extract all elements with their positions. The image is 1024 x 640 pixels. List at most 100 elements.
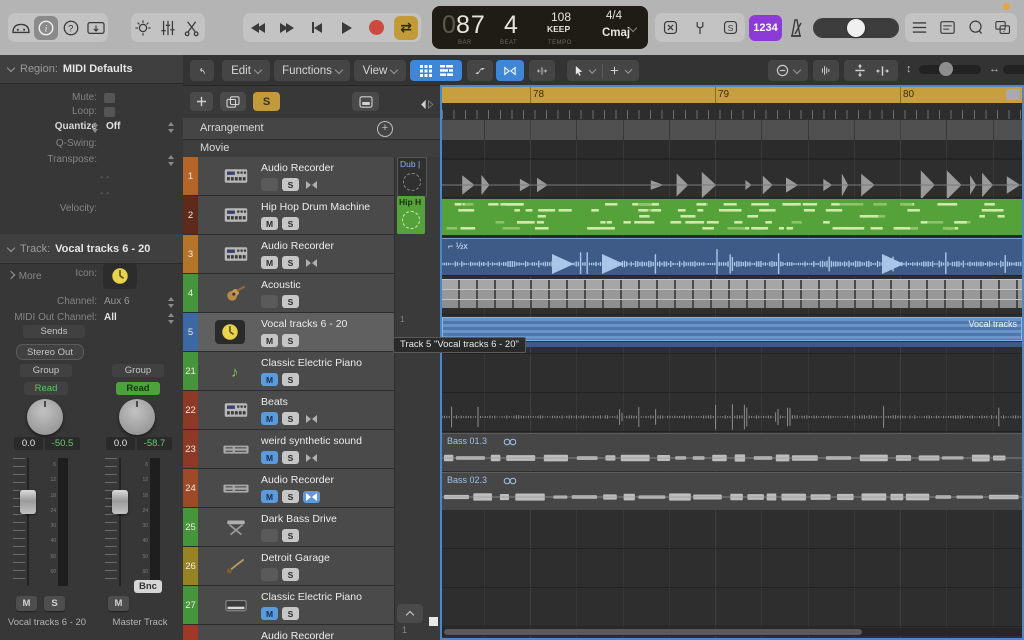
mute-button[interactable]	[261, 295, 278, 308]
track-name[interactable]: Classic Electric Piano	[261, 591, 411, 603]
fader-handle[interactable]	[20, 490, 36, 514]
track-name[interactable]: Hip Hop Drum Machine	[261, 201, 411, 213]
track-name[interactable]: Audio Recorder	[261, 630, 411, 640]
lcd-display[interactable]: 0 87 4 BAR BEAT 108 KEEP TEMPO 4/4 Cmaj	[432, 6, 648, 49]
stepper-icon[interactable]	[92, 122, 99, 133]
track-name[interactable]: Detroit Garage	[261, 552, 411, 564]
stepper-icon[interactable]	[168, 155, 175, 166]
solo-button[interactable]: S	[282, 295, 299, 308]
track-name[interactable]: weird synthetic sound	[261, 435, 411, 447]
grid-view-toggle[interactable]	[410, 60, 462, 81]
mute-button[interactable]: M	[261, 412, 278, 425]
editors-icon[interactable]	[181, 16, 205, 40]
automation-button[interactable]	[467, 60, 493, 81]
stepper-icon[interactable]	[168, 122, 175, 133]
mute-button[interactable]: M	[261, 256, 278, 269]
scrollbar-thumb[interactable]	[444, 629, 862, 635]
bounce-button[interactable]: Bnc	[134, 580, 162, 593]
quick-help-icon[interactable]: ?	[59, 16, 83, 40]
checkbox[interactable]	[104, 93, 115, 103]
add-arrangement-icon[interactable]: +	[377, 121, 393, 137]
track-name[interactable]: Dark Bass Drive	[261, 513, 411, 525]
mute-button[interactable]: M	[261, 490, 278, 503]
pan-knob[interactable]	[119, 399, 155, 435]
vertical-zoom-slider[interactable]	[919, 65, 981, 74]
region-row-quantize[interactable]: QuantizeOff	[0, 121, 183, 136]
scroll-up-button[interactable]	[397, 604, 423, 623]
forward-button[interactable]	[275, 16, 299, 40]
track-name[interactable]: Audio Recorder	[261, 474, 411, 486]
strip-mute-button[interactable]: M	[108, 596, 129, 611]
snap-menu[interactable]	[768, 60, 808, 81]
solo-button[interactable]: S	[282, 490, 299, 503]
track-icon-well[interactable]	[103, 263, 137, 289]
region-beats[interactable]	[442, 393, 1022, 432]
checkbox[interactable]	[104, 107, 115, 117]
smart-controls-icon[interactable]	[131, 16, 155, 40]
record-button[interactable]	[364, 16, 388, 40]
inspector-icon[interactable]: i	[34, 16, 58, 40]
solo-button[interactable]: S	[282, 607, 299, 620]
volume-value[interactable]: 0.0	[106, 437, 135, 450]
volume-knob[interactable]	[847, 19, 865, 37]
region-vocal-tracks[interactable]: Vocal tracks	[442, 317, 1022, 341]
view-menu[interactable]: View	[354, 60, 406, 81]
solo-mode-button[interactable]: S	[253, 92, 280, 111]
mute-button[interactable]	[261, 178, 278, 191]
solo-button[interactable]: S	[282, 373, 299, 386]
solo-button[interactable]: S	[282, 568, 299, 581]
toolbar-icon[interactable]	[84, 16, 108, 40]
solo-button[interactable]: S	[282, 529, 299, 542]
region-acoustic-1[interactable]	[442, 289, 1022, 299]
mute-button[interactable]	[261, 568, 278, 581]
mute-button[interactable]	[261, 529, 278, 542]
list-editors-icon[interactable]	[907, 16, 931, 40]
zoom-preset-group[interactable]	[844, 60, 898, 81]
resize-handle[interactable]	[429, 617, 438, 626]
edit-menu[interactable]: Edit	[222, 60, 270, 81]
group-button[interactable]: Group	[20, 364, 72, 377]
mute-button[interactable]: M	[261, 217, 278, 230]
volume-value[interactable]: 0.0	[14, 437, 43, 450]
mute-button[interactable]: M	[261, 451, 278, 464]
play-button[interactable]	[335, 16, 359, 40]
duplicate-track-button[interactable]	[220, 92, 246, 111]
group-button[interactable]: Group	[112, 364, 164, 377]
pan-knob[interactable]	[27, 399, 63, 435]
flex-button[interactable]	[303, 179, 320, 191]
tracks-area[interactable]: 787980⌐ ½xVocal tracksBass 01.3Bass 02.3	[440, 85, 1024, 640]
stepper-icon[interactable]	[168, 297, 175, 308]
solo-button[interactable]: S	[282, 178, 299, 191]
sends-button[interactable]: Sends	[23, 325, 85, 338]
movie-track-header[interactable]: Movie	[183, 140, 440, 158]
region-bass-02[interactable]: Bass 02.3	[442, 472, 1022, 510]
solo-box-icon[interactable]: S	[718, 16, 742, 40]
library-icon[interactable]	[9, 16, 33, 40]
automation-read-button[interactable]: Read	[116, 382, 160, 395]
volume-fader[interactable]	[20, 458, 36, 586]
flex-button[interactable]	[303, 413, 320, 425]
strip-solo-button[interactable]: S	[44, 596, 65, 611]
arrangement-track-header[interactable]: Arrangement +	[183, 118, 440, 140]
region-audio-recorder-blue[interactable]: ⌐ ½x	[442, 238, 1022, 275]
loop-browser-icon[interactable]	[963, 16, 987, 40]
stepper-icon[interactable]	[168, 313, 175, 324]
region-row-mute[interactable]: Mute:	[0, 92, 183, 107]
region-row-transpose[interactable]: Transpose:	[0, 154, 183, 169]
tool-menus[interactable]	[567, 60, 639, 81]
region-inspector-header[interactable]: Region: MIDI Defaults	[0, 55, 183, 84]
catch-playhead-button[interactable]	[529, 60, 555, 81]
cycle-button[interactable]: ⇄	[394, 16, 418, 40]
automation-read-button[interactable]: Read	[24, 382, 68, 395]
back-button[interactable]	[190, 60, 214, 81]
track-name[interactable]: Vocal tracks 6 - 20	[261, 318, 411, 330]
count-in-button[interactable]: 1234	[749, 15, 782, 41]
channel-row[interactable]: Channel: Aux 6	[0, 296, 183, 311]
mute-button[interactable]: M	[261, 334, 278, 347]
region-acoustic-0[interactable]	[442, 279, 1022, 289]
track-header-config-button[interactable]	[352, 92, 379, 111]
track-name[interactable]: Audio Recorder	[261, 240, 411, 252]
region-hip-hop-drum-machine[interactable]	[442, 199, 1022, 235]
region-bass-01[interactable]: Bass 01.3	[442, 433, 1022, 471]
patch-cell[interactable]: Dub |	[397, 157, 427, 197]
